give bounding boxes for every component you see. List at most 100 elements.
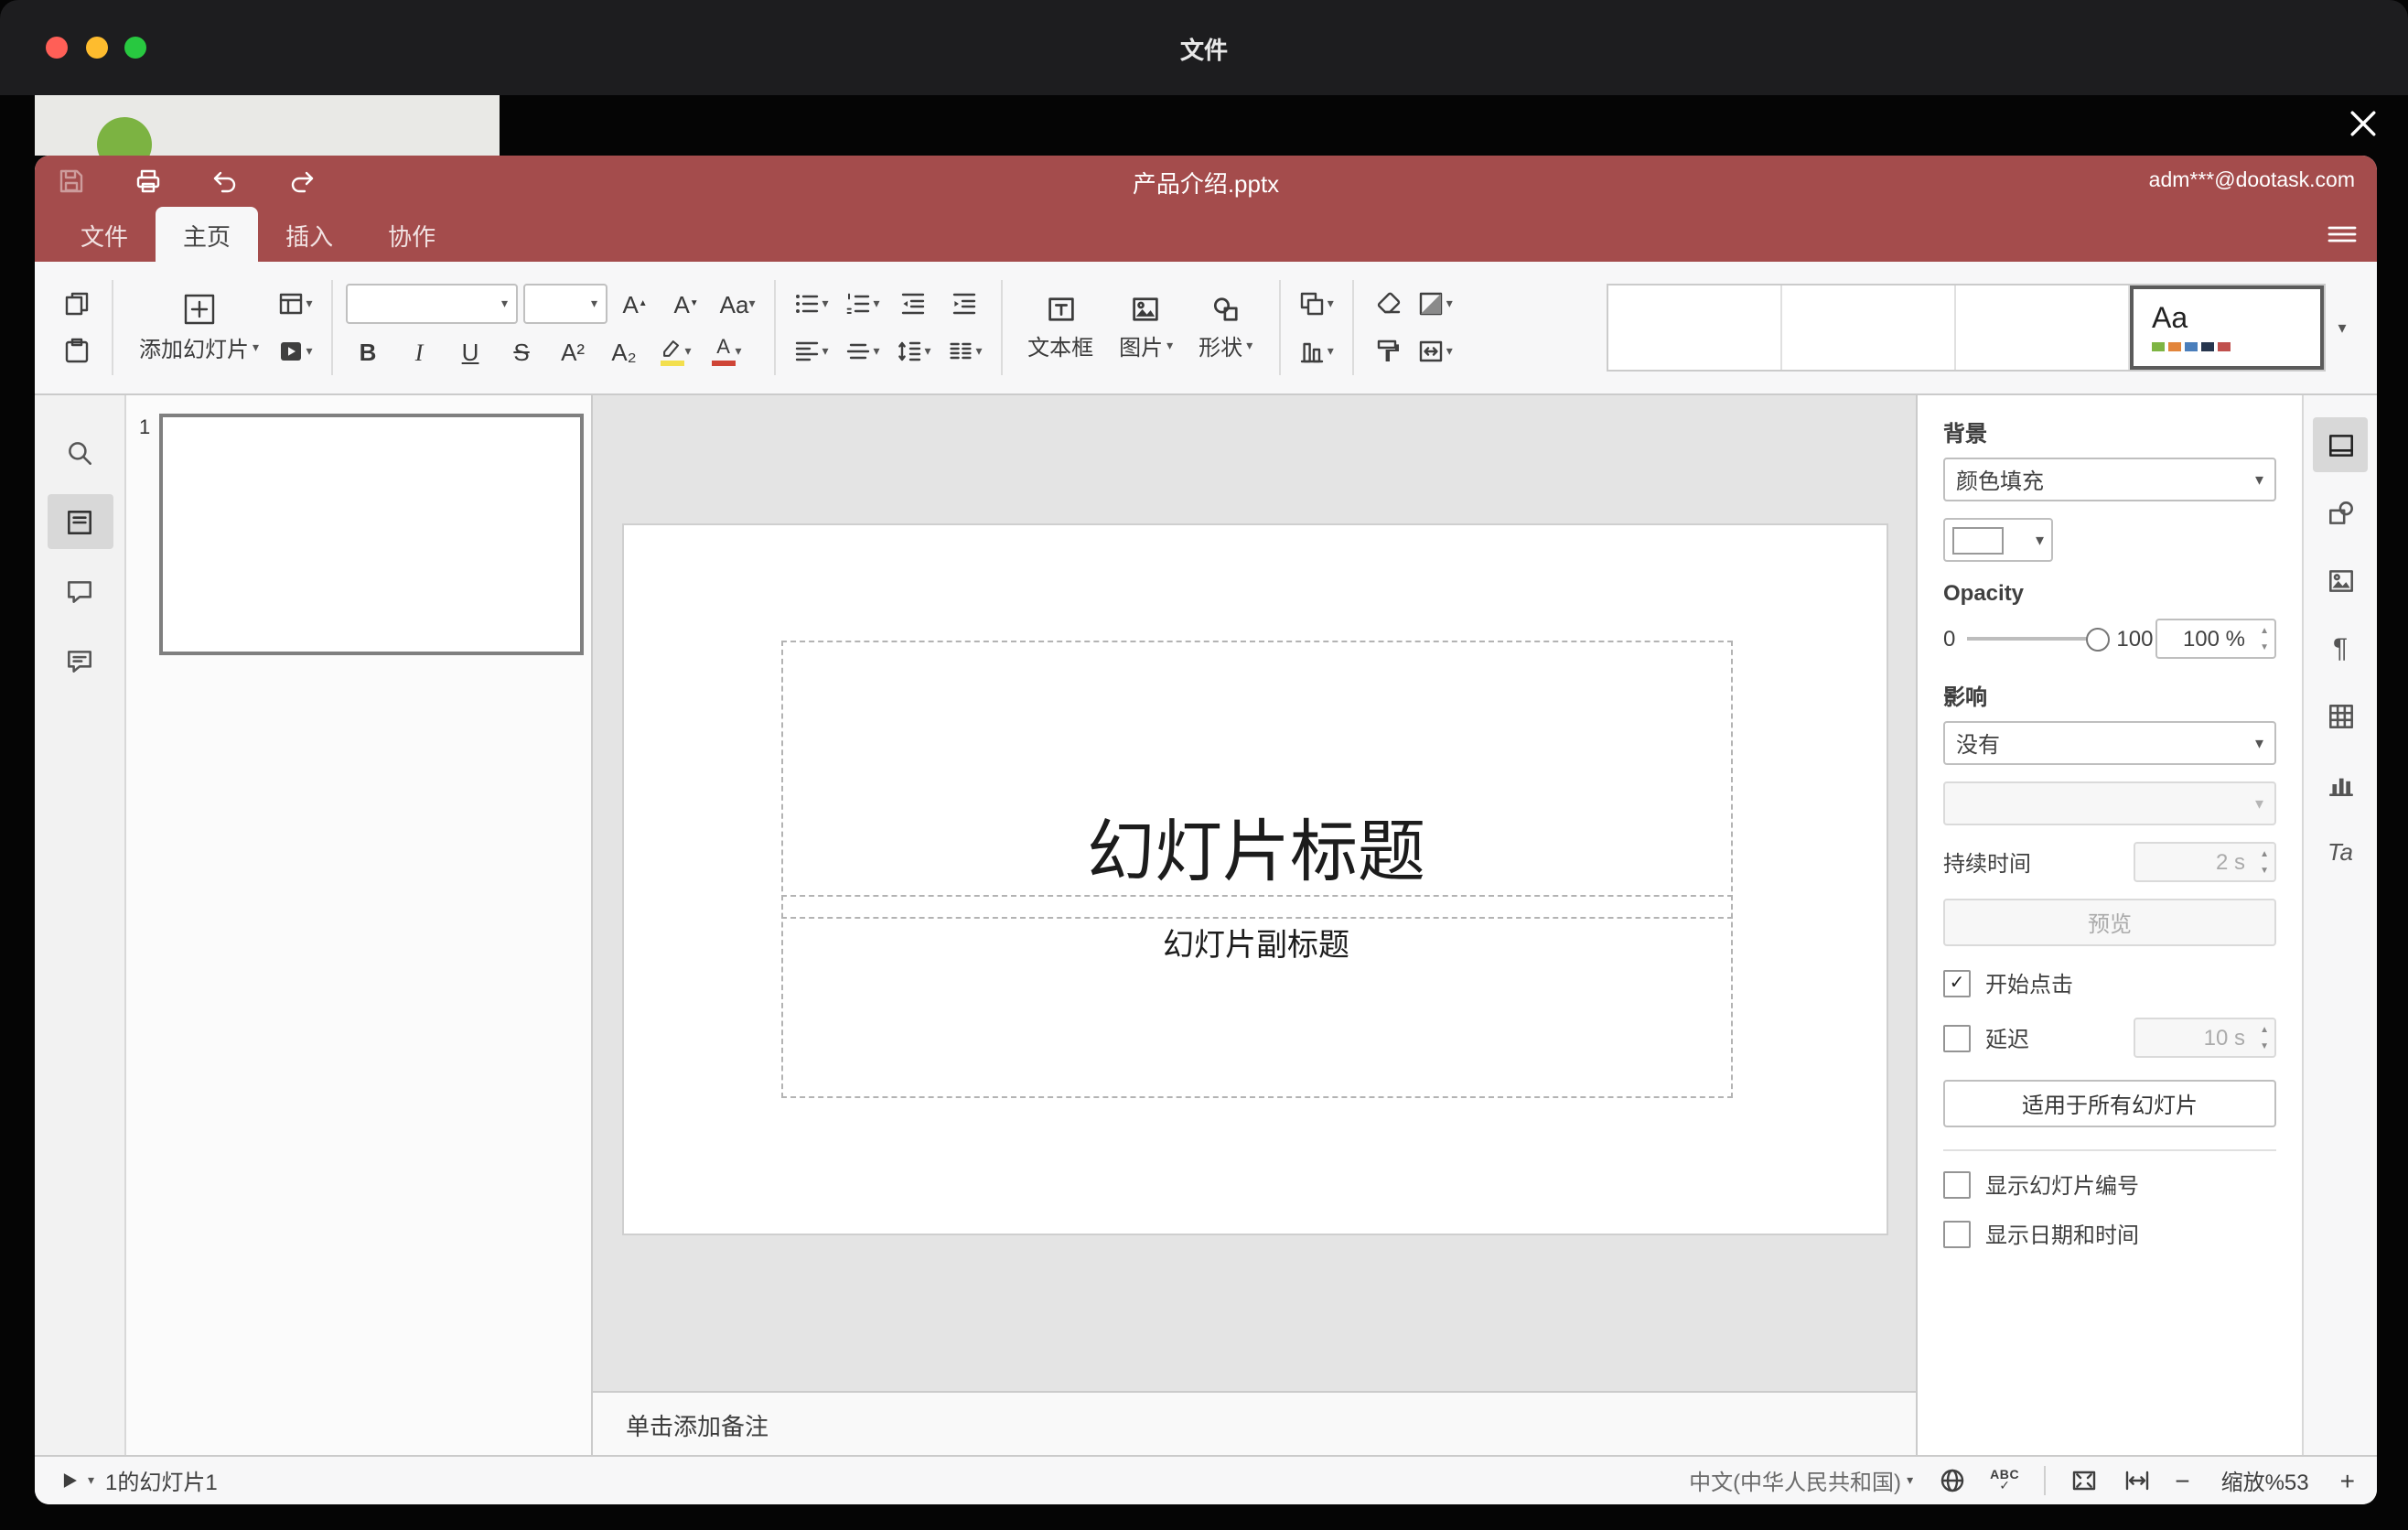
comments-panel-button[interactable] (47, 564, 113, 619)
fit-to-width-button[interactable] (2122, 1466, 2151, 1495)
opacity-spinner[interactable]: 100 % ▲ ▼ (2155, 619, 2276, 659)
shape-fill-button[interactable]: ▾ (1412, 285, 1457, 323)
close-traffic-light[interactable] (46, 37, 68, 59)
slides-panel-button[interactable] (47, 494, 113, 549)
bullet-list-button[interactable]: ▾ (788, 285, 833, 323)
show-datetime-checkbox[interactable] (1943, 1221, 1971, 1248)
table-settings-tab[interactable] (2313, 688, 2368, 743)
insert-textbox-button[interactable]: 文本框 (1015, 289, 1106, 366)
background-fill-select[interactable]: 颜色填充 ▾ (1943, 458, 2276, 501)
language-select[interactable]: 中文(中华人民共和国) ▾ (1689, 1465, 1913, 1496)
subtitle-placeholder[interactable]: 幻灯片副标题 (780, 895, 1732, 1098)
font-name-select[interactable]: ▾ (345, 284, 518, 324)
canvas-view[interactable]: 幻灯片标题 幻灯片副标题 (593, 395, 1916, 1391)
fit-to-slide-button[interactable] (2069, 1466, 2098, 1495)
strikethrough-button[interactable]: S (499, 333, 544, 372)
document-language-button[interactable] (1937, 1466, 1966, 1495)
minimize-traffic-light[interactable] (86, 37, 108, 59)
delay-spinner[interactable]: 10 s ▲ ▼ (2134, 1018, 2276, 1058)
print-button[interactable] (134, 167, 163, 196)
line-spacing-button[interactable]: ▾ (890, 332, 936, 371)
shape-settings-tab[interactable] (2313, 485, 2368, 540)
theme-option-2[interactable] (1782, 286, 1956, 370)
slide-thumbnail-1[interactable] (159, 414, 584, 655)
italic-button[interactable]: I (396, 333, 442, 372)
background-color-select[interactable]: ▾ (1943, 518, 2053, 562)
decrease-font-button[interactable]: A ▼ (663, 285, 709, 323)
increase-indent-button[interactable] (941, 285, 987, 323)
slide-title-text: 幻灯片标题 (1087, 814, 1425, 889)
effect-variant-select[interactable]: ▾ (1943, 781, 2276, 825)
opacity-label: Opacity (1943, 580, 2025, 606)
paragraph-settings-tab[interactable]: ¶ (2313, 620, 2368, 675)
screen: 文件 产品介绍.pptx adm***@dootask.com 文件 主页 插入… (0, 0, 2408, 1530)
slide-settings-tab[interactable] (2313, 417, 2368, 472)
start-slideshow-button[interactable]: ▾ (272, 332, 317, 371)
opacity-slider[interactable] (1966, 628, 2110, 652)
clear-style-button[interactable] (1366, 285, 1412, 323)
delay-checkbox[interactable] (1943, 1024, 1971, 1051)
numbered-list-button[interactable]: ▾ (839, 285, 885, 323)
slide[interactable]: 幻灯片标题 幻灯片副标题 (623, 525, 1886, 1234)
paste-button[interactable] (53, 332, 99, 371)
spinner-arrows[interactable]: ▲ ▼ (2260, 849, 2269, 877)
undo-button[interactable] (210, 167, 240, 196)
tab-collaboration[interactable]: 协作 (360, 207, 463, 262)
slide-layout-button[interactable]: ▾ (272, 285, 317, 323)
align-shapes-button[interactable]: ▾ (1293, 332, 1338, 371)
slide-size-button[interactable]: ▾ (1412, 332, 1457, 371)
copy-style-button[interactable] (1366, 332, 1412, 371)
spellcheck-button[interactable]: ABC ✓ (1990, 1469, 2019, 1492)
columns-button[interactable]: ▾ (941, 332, 987, 371)
theme-gallery-expand-button[interactable]: ▾ (2326, 286, 2359, 370)
decrease-indent-button[interactable] (890, 285, 936, 323)
fullscreen-traffic-light[interactable] (124, 37, 146, 59)
underline-button[interactable]: U (447, 333, 493, 372)
bold-button[interactable]: B (345, 333, 391, 372)
title-placeholder[interactable]: 幻灯片标题 (780, 641, 1732, 919)
copy-button[interactable] (53, 285, 99, 323)
spinner-arrows[interactable]: ▲ ▼ (2260, 626, 2269, 653)
arrange-shapes-button[interactable]: ▾ (1293, 285, 1338, 323)
notes-area[interactable]: 单击添加备注 (593, 1391, 1916, 1455)
insert-shape-button[interactable]: 形状 ▾ (1186, 289, 1265, 366)
horizontal-align-button[interactable]: ▾ (788, 332, 833, 371)
zoom-in-button[interactable]: + (2340, 1466, 2355, 1495)
start-on-click-checkbox[interactable]: ✓ (1943, 970, 1971, 997)
zoom-out-button[interactable]: − (2175, 1466, 2189, 1495)
theme-option-1[interactable] (1608, 286, 1782, 370)
theme-option-selected[interactable]: Aa (2130, 286, 2324, 370)
vertical-align-button[interactable]: ▾ (839, 332, 885, 371)
show-slide-number-checkbox[interactable] (1943, 1171, 1971, 1199)
increase-font-button[interactable]: A ▲ (612, 285, 658, 323)
chart-settings-tab[interactable] (2313, 756, 2368, 811)
add-slide-button[interactable]: 添加幻灯片 ▾ (126, 287, 272, 368)
font-size-select[interactable]: ▾ (522, 284, 607, 324)
subscript-button[interactable]: A₂ (601, 333, 647, 372)
redo-button[interactable] (287, 167, 317, 196)
search-panel-button[interactable] (47, 425, 113, 479)
change-case-button[interactable]: Aa ▾ (715, 285, 760, 323)
effect-select[interactable]: 没有 ▾ (1943, 721, 2276, 765)
apply-to-all-slides-button[interactable]: 适用于所有幻灯片 (1943, 1080, 2276, 1127)
chat-panel-button[interactable] (47, 633, 113, 688)
textart-settings-tab[interactable]: Ta (2313, 824, 2368, 878)
image-settings-tab[interactable] (2313, 553, 2368, 608)
duration-spinner[interactable]: 2 s ▲ ▼ (2134, 842, 2276, 882)
save-button[interactable] (57, 167, 86, 196)
font-color-button[interactable]: A ▾ (704, 333, 749, 372)
spinner-arrows[interactable]: ▲ ▼ (2260, 1025, 2269, 1052)
zoom-level[interactable]: 缩放%53 (2214, 1465, 2317, 1496)
dialog-close-button[interactable] (2346, 106, 2379, 139)
menu-button[interactable] (2326, 207, 2359, 262)
theme-option-3[interactable] (1956, 286, 2130, 370)
tab-insert[interactable]: 插入 (258, 207, 360, 262)
opacity-slider-knob[interactable] (2085, 628, 2110, 652)
tab-home[interactable]: 主页 (156, 207, 259, 262)
preview-button[interactable]: 预览 (1943, 899, 2276, 946)
highlight-color-button[interactable]: ▾ (652, 333, 698, 372)
insert-image-button[interactable]: 图片 ▾ (1106, 289, 1186, 366)
tab-file[interactable]: 文件 (53, 207, 156, 262)
superscript-button[interactable]: A² (550, 333, 596, 372)
start-slideshow-status-button[interactable]: ▾ (57, 1468, 94, 1493)
